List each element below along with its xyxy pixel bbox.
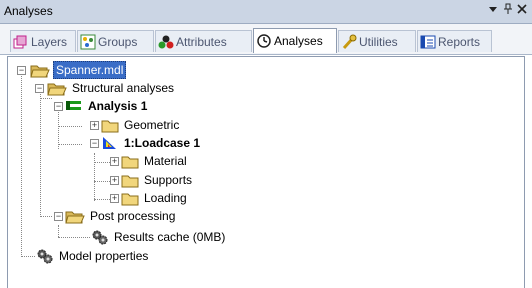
folder-icon	[121, 193, 139, 206]
tab-label: Utilities	[359, 34, 398, 49]
analyses-tree: − − − + − + + + − Spanner.mdl Structural…	[7, 56, 525, 288]
dropdown-arrow-icon[interactable]	[486, 3, 500, 17]
tree-node-loadcase-1[interactable]: 1:Loadcase 1	[101, 134, 202, 152]
open-folder-icon	[30, 65, 50, 78]
tab-utilities[interactable]: Utilities	[338, 30, 416, 52]
pin-icon[interactable]	[501, 3, 515, 18]
open-folder-icon	[47, 83, 67, 96]
tab-label: Layers	[31, 34, 68, 49]
tree-node-loading[interactable]: Loading	[121, 189, 189, 207]
tree-label: Geometric	[124, 118, 180, 132]
tree-label: Model properties	[59, 249, 149, 263]
tree-node-results-cache[interactable]: Results cache (0MB)	[91, 228, 227, 246]
gears-icon	[92, 230, 108, 245]
reports-icon	[420, 35, 436, 48]
collapse-toggle[interactable]: −	[54, 102, 63, 111]
utilities-icon	[342, 34, 357, 49]
tree-label: Supports	[144, 173, 193, 187]
tree-node-material[interactable]: Material	[121, 152, 189, 170]
expand-toggle[interactable]: +	[110, 157, 119, 166]
tab-attributes[interactable]: Attributes	[155, 30, 252, 52]
tree-node-model-properties[interactable]: Model properties	[36, 247, 150, 265]
groups-icon	[80, 34, 96, 49]
tree-label: Loading	[144, 191, 187, 205]
tab-label: Reports	[438, 34, 481, 49]
expand-toggle[interactable]: +	[110, 194, 119, 203]
tree-label: Structural analyses	[72, 81, 175, 95]
tree-node-post-processing[interactable]: Post processing	[65, 207, 177, 225]
tree-label: Material	[144, 154, 187, 168]
tree-label: 1:Loadcase 1	[124, 136, 201, 150]
collapse-toggle[interactable]: −	[35, 84, 44, 93]
tab-strip: Layers Groups Attributes Analyses Utilit…	[0, 24, 532, 55]
tree-node-structural-analyses[interactable]: Structural analyses	[47, 79, 176, 97]
tree-label: Analysis 1	[88, 99, 148, 113]
layers-icon	[13, 35, 27, 48]
collapse-toggle[interactable]: −	[54, 212, 63, 221]
open-folder-icon	[65, 211, 85, 224]
tree-node-analysis-1[interactable]: Analysis 1	[65, 97, 149, 115]
tab-reports[interactable]: Reports	[417, 30, 492, 52]
tree-label: Post processing	[90, 209, 176, 223]
close-icon[interactable]	[515, 3, 529, 17]
folder-icon	[101, 120, 119, 133]
analyses-icon	[257, 34, 271, 48]
gears-icon	[37, 249, 53, 264]
collapse-toggle[interactable]: −	[90, 139, 99, 148]
tree-label: Results cache (0MB)	[114, 230, 226, 244]
collapse-toggle[interactable]: −	[17, 66, 26, 75]
expand-toggle[interactable]: +	[90, 121, 99, 130]
tab-analyses[interactable]: Analyses	[253, 28, 337, 53]
tab-label: Attributes	[176, 34, 227, 49]
panel-titlebar: Analyses	[0, 0, 532, 24]
tree-node-geometric[interactable]: Geometric	[101, 116, 181, 134]
tree-label: Spanner.mdl	[53, 61, 127, 79]
expand-toggle[interactable]: +	[110, 176, 119, 185]
tab-layers[interactable]: Layers	[10, 30, 76, 52]
tab-label: Groups	[98, 34, 138, 49]
attributes-icon	[158, 35, 174, 48]
tree-node-supports[interactable]: Supports	[121, 171, 194, 189]
panel-title: Analyses	[4, 4, 53, 18]
tree-node-root[interactable]: Spanner.mdl	[30, 61, 127, 79]
analysis-icon	[66, 101, 81, 110]
tab-label: Analyses	[274, 34, 323, 48]
loadcase-icon	[103, 137, 116, 149]
folder-icon	[121, 156, 139, 169]
tab-groups[interactable]: Groups	[77, 30, 154, 52]
folder-icon	[121, 175, 139, 188]
